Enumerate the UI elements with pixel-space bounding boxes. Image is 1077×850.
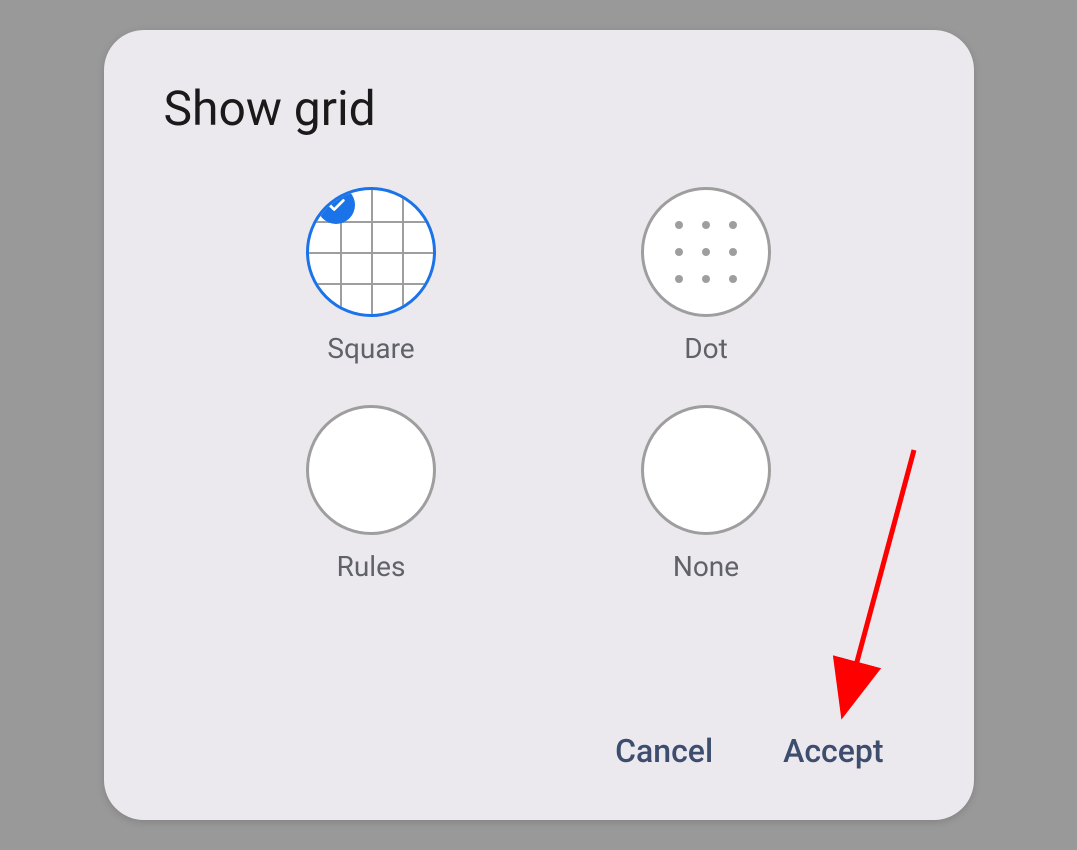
grid-option-dot[interactable]: Dot	[579, 187, 834, 365]
grid-option-rules[interactable]: Rules	[244, 405, 499, 583]
option-label: Rules	[337, 550, 406, 583]
dot-icon	[641, 187, 771, 317]
option-label: None	[673, 550, 739, 583]
option-label: Dot	[684, 332, 728, 365]
none-icon	[641, 405, 771, 535]
accept-button[interactable]: Accept	[783, 732, 883, 770]
rules-icon	[306, 405, 436, 535]
show-grid-dialog: Show grid Square	[104, 30, 974, 820]
cancel-button[interactable]: Cancel	[615, 732, 713, 770]
square-icon	[306, 187, 436, 317]
option-label: Square	[327, 332, 414, 365]
checkmark-icon	[317, 187, 355, 224]
grid-options: Square Dot Rules	[164, 187, 914, 732]
grid-option-square[interactable]: Square	[244, 187, 499, 365]
grid-option-none[interactable]: None	[579, 405, 834, 583]
dialog-buttons: Cancel Accept	[164, 732, 914, 780]
dialog-title: Show grid	[164, 80, 914, 137]
